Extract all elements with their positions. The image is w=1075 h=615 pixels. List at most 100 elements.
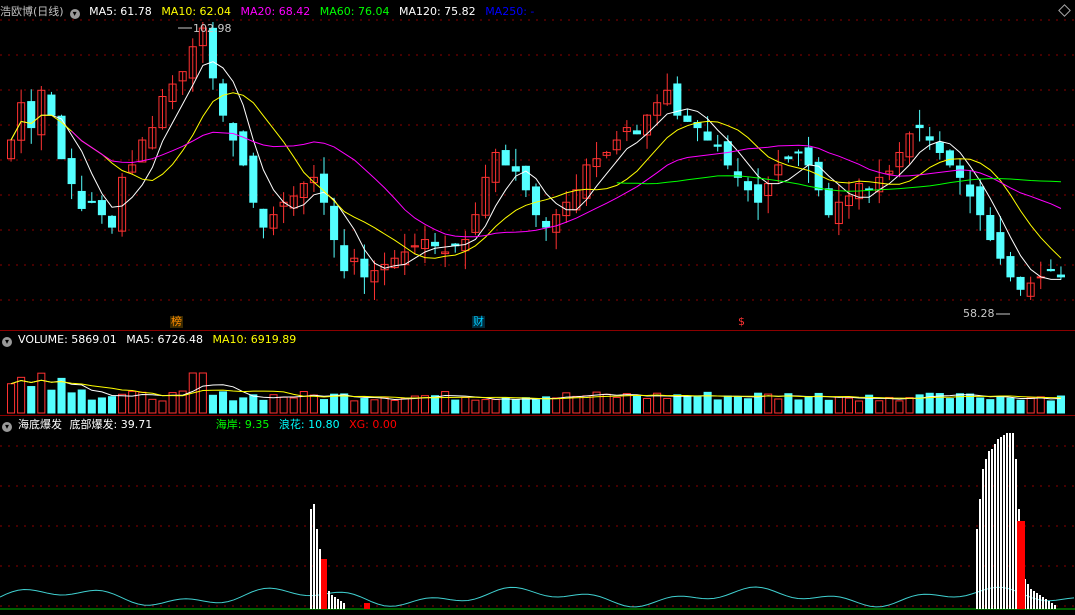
burst-bar <box>997 439 999 609</box>
volume-bar <box>158 400 167 414</box>
volume-bar <box>7 383 16 414</box>
volume-bar <box>330 393 339 414</box>
indicator-dropdown-icon[interactable]: ▾ <box>2 422 12 432</box>
volume-bar <box>1016 399 1025 414</box>
candle-body <box>804 147 813 166</box>
xg-bar <box>1017 521 1025 609</box>
candle-body <box>1046 268 1055 272</box>
volume-bar <box>552 397 561 414</box>
volume-bar <box>562 392 571 414</box>
volume-bar <box>693 395 702 414</box>
volume-bar <box>643 397 652 414</box>
burst-bar <box>1045 599 1047 609</box>
indicator-xg: XG: 0.00 <box>349 418 397 431</box>
candle-body <box>330 205 339 241</box>
volume-bar <box>47 389 56 414</box>
candle-body <box>723 141 732 166</box>
candle-body <box>865 188 874 191</box>
burst-bar <box>1042 597 1044 609</box>
candle-body <box>976 186 985 216</box>
candle-body <box>945 150 954 166</box>
indicator-header: ▾ 海底爆发 底部爆发: 39.71 海岸: 9.35 浪花: 10.80 XG:… <box>0 417 403 433</box>
burst-bar <box>994 444 996 609</box>
candle-body <box>229 123 238 141</box>
volume-dropdown-icon[interactable]: ▾ <box>2 337 12 347</box>
volume-bar <box>663 397 672 414</box>
volume-pane[interactable]: ▾ VOLUME: 5869.01 MA5: 6726.48 MA10: 6919… <box>0 331 1075 415</box>
volume-bar <box>17 376 26 414</box>
candle-body <box>531 186 541 216</box>
volume-bar <box>249 394 258 414</box>
volume-bar <box>723 395 732 414</box>
volume-bar <box>602 393 611 414</box>
candle-body <box>249 155 258 203</box>
volume-bar <box>885 396 894 414</box>
volume-bar <box>299 391 308 414</box>
burst-bar <box>1027 584 1029 609</box>
burst-bar <box>1000 437 1002 609</box>
volume-bar <box>118 393 127 414</box>
burst-bar <box>1036 593 1038 609</box>
burst-bar <box>316 529 318 609</box>
burst-bar <box>976 529 978 609</box>
burst-bar <box>1048 601 1050 609</box>
ma20-label: MA20: 68.42 <box>240 5 311 18</box>
burst-bar <box>1030 589 1032 609</box>
volume-bar <box>986 399 995 414</box>
candle-body <box>683 115 692 122</box>
volume-bar <box>451 399 460 414</box>
volume-ma5-line <box>10 379 1062 401</box>
ma10-label: MA10: 62.04 <box>161 5 232 18</box>
volume-bar <box>683 396 692 414</box>
volume-bar <box>1036 396 1045 414</box>
volume-bar <box>945 398 954 414</box>
volume-bar <box>673 394 682 414</box>
volume-bar <box>491 399 500 414</box>
volume-bar <box>844 397 853 414</box>
candle-body <box>431 241 440 247</box>
volume-bar <box>582 395 591 414</box>
langhua-line <box>0 586 1075 608</box>
burst-bar <box>319 549 321 609</box>
marker-bang[interactable]: 榜 <box>170 316 183 328</box>
volume-bar <box>107 396 117 414</box>
candle-body <box>632 130 641 135</box>
volume-bar <box>996 395 1005 414</box>
volume-bar <box>743 398 753 414</box>
volume-bar <box>380 397 389 414</box>
volume-bar <box>481 399 490 414</box>
candle-body <box>542 220 551 228</box>
burst-bar <box>979 499 981 609</box>
burst-bar <box>1012 433 1014 609</box>
price-pane[interactable]: 浩欧博(日线) ▾ MA5: 61.78 MA10: 62.04 MA20: 68… <box>0 0 1075 330</box>
volume-bar <box>1006 397 1015 414</box>
price-dropdown-icon[interactable]: ▾ <box>69 9 80 19</box>
burst-bar <box>1003 435 1005 609</box>
candle-body <box>784 156 793 160</box>
marker-dollar[interactable]: $ <box>737 316 746 328</box>
candle-body <box>996 232 1005 259</box>
indicator-pane[interactable]: ▾ 海底爆发 底部爆发: 39.71 海岸: 9.35 浪花: 10.80 XG:… <box>0 416 1075 615</box>
candle-body <box>824 188 833 216</box>
candle-body <box>794 151 803 154</box>
volume-ma10-line <box>10 379 1062 400</box>
candle-body <box>1016 276 1025 290</box>
high-price-label: 102.98 <box>193 22 232 35</box>
volume-bar <box>632 395 641 414</box>
volume-bar <box>37 372 46 414</box>
candle-body <box>219 83 228 116</box>
burst-bar <box>1054 605 1056 609</box>
marker-cai[interactable]: 财 <box>472 316 485 328</box>
volume-bar <box>441 391 450 414</box>
volume-bar <box>612 396 621 414</box>
candle-body <box>67 158 76 185</box>
indicator-haian: 海岸: 9.35 <box>215 418 270 431</box>
candle-body <box>501 150 510 166</box>
burst-bar <box>991 449 993 609</box>
candle-body <box>511 166 520 172</box>
volume-bar <box>360 398 369 414</box>
volume-bar <box>97 397 106 414</box>
candle-body <box>319 173 329 203</box>
xg-bar <box>364 603 370 609</box>
volume-bar <box>239 397 248 414</box>
